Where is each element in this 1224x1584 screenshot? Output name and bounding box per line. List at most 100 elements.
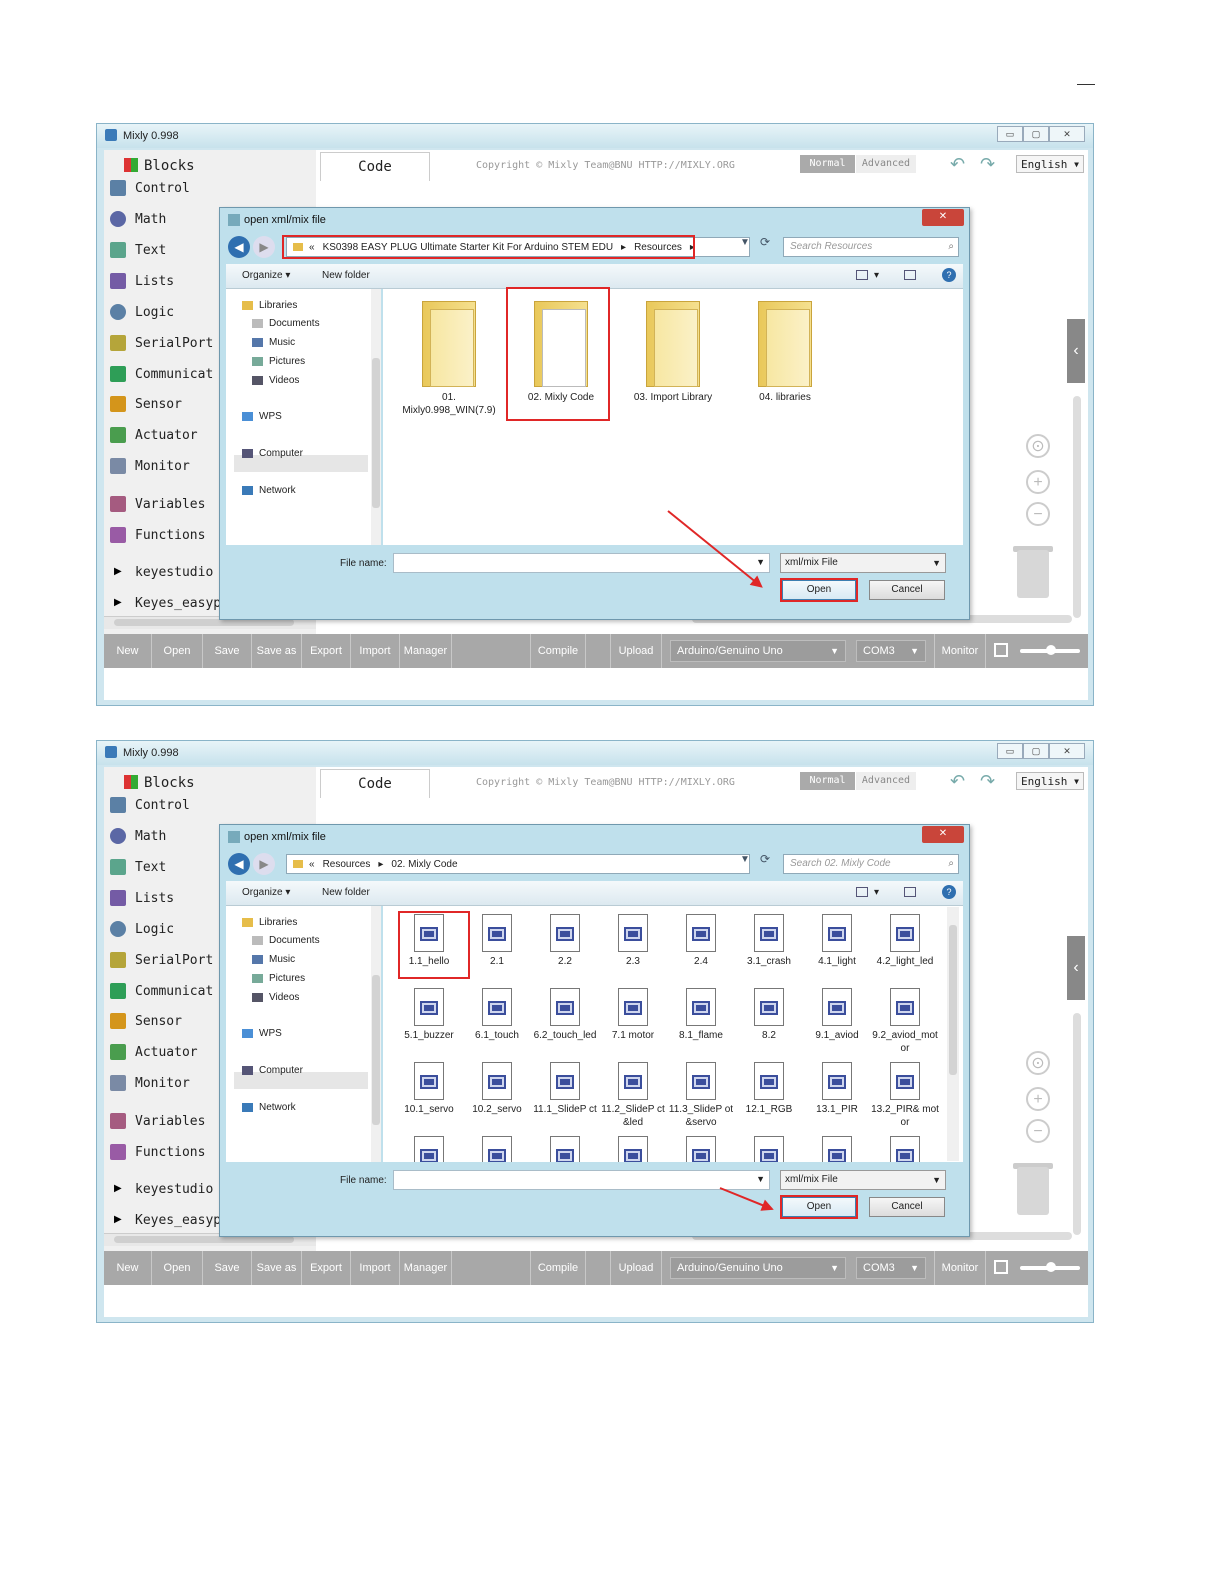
file-item[interactable] [599,1136,667,1162]
file-item[interactable]: 2.3 [599,914,667,968]
nav-item-pictures[interactable]: Pictures [252,356,305,367]
mode-normal-button[interactable]: Normal [800,155,855,173]
nav-scroll-thumb[interactable] [372,975,380,1125]
open-button[interactable]: Open [152,1251,203,1285]
address-segment[interactable]: KS0398 EASY PLUG Ultimate Starter Kit Fo… [323,242,613,253]
language-select[interactable]: English ▼ [1016,772,1084,790]
file-item[interactable]: 9.2_aviod_motor [871,988,939,1055]
back-arrow-icon[interactable]: ◀ [228,236,250,258]
dialog-close-button[interactable]: ✕ [922,209,964,226]
trash-icon[interactable] [1017,1167,1049,1215]
upload-button[interactable]: Upload [610,634,662,668]
file-item[interactable] [463,1136,531,1162]
workspace-vscrollbar[interactable] [1073,1013,1081,1235]
chevron-down-icon[interactable]: ▼ [740,237,750,248]
preview-pane-icon[interactable] [904,270,916,280]
sidebar-scroll-thumb[interactable] [114,619,294,626]
import-button[interactable]: Import [351,1251,400,1285]
file-item[interactable] [803,1136,871,1162]
nav-item-wps[interactable]: WPS [242,411,282,422]
zoom-in-icon[interactable]: + [1026,1087,1050,1111]
nav-item-libraries[interactable]: Libraries [242,917,297,928]
chevron-down-icon[interactable]: ▼ [740,854,750,865]
folder-item[interactable]: 03. Import Library [625,297,721,404]
folder-item[interactable]: 02. Mixly Code [513,297,609,404]
file-item[interactable]: 4.1_light [803,914,871,968]
file-item[interactable]: 4.2_light_led [871,914,939,968]
preview-pane-icon[interactable] [904,887,916,897]
file-item[interactable]: 3.1_crash [735,914,803,968]
sidebar-item-control[interactable]: Control [104,174,316,202]
file-item[interactable]: 11.3_SlideP ot&servo [667,1062,735,1129]
new-folder-button[interactable]: New folder [322,887,370,898]
zoom-out-icon[interactable]: − [1026,1119,1050,1143]
export-button[interactable]: Export [302,1251,351,1285]
address-segment[interactable]: ▸ [690,242,695,253]
file-item[interactable]: 2.4 [667,914,735,968]
file-item[interactable]: 8.2 [735,988,803,1042]
save-as-button[interactable]: Save as [252,1251,302,1285]
import-button[interactable]: Import [351,634,400,668]
export-button[interactable]: Export [302,634,351,668]
nav-item-documents[interactable]: Documents [252,318,320,329]
search-input[interactable]: Search 02. Mixly Code ⌕ [783,854,959,874]
file-item[interactable]: 11.2_SlideP ct&led [599,1062,667,1129]
open-button[interactable]: Open [782,580,856,600]
search-input[interactable]: Search Resources ⌕ [783,237,959,257]
file-item[interactable]: 10.1_servo [395,1062,463,1116]
minimize-button[interactable]: ▭ [997,743,1023,759]
file-item[interactable]: 9.1_aviod [803,988,871,1042]
organize-menu[interactable]: Organize ▾ [242,887,290,898]
file-item[interactable]: 6.1_touch [463,988,531,1042]
monitor-button[interactable]: Monitor [934,634,986,668]
chevron-down-icon[interactable]: ▾ [874,270,879,281]
file-item[interactable]: 10.2_servo [463,1062,531,1116]
address-bar[interactable]: « Resources ▸ 02. Mixly Code [286,854,750,874]
file-item[interactable] [531,1136,599,1162]
undo-icon[interactable]: ↶ [950,154,965,175]
file-name-input[interactable]: ▼ [393,1170,770,1190]
nav-item-music[interactable]: Music [252,954,295,965]
forward-arrow-icon[interactable]: ▶ [253,236,275,258]
folder-item[interactable]: 01. Mixly0.998_WIN(7.9) [401,297,497,417]
compile-button[interactable]: Compile [530,634,586,668]
file-item[interactable]: 13.2_PIR& motor [871,1062,939,1129]
new-button[interactable]: New [104,634,152,668]
maximize-button[interactable]: ▢ [1023,126,1049,142]
nav-item-computer[interactable]: Computer [242,1065,303,1076]
file-list-scroll-thumb[interactable] [949,925,957,1075]
nav-item-videos[interactable]: Videos [252,992,299,1003]
nav-item-network[interactable]: Network [242,485,296,496]
file-item[interactable]: 2.1 [463,914,531,968]
file-item[interactable]: 13.1_PIR [803,1062,871,1116]
save-button[interactable]: Save [203,1251,252,1285]
open-button[interactable]: Open [782,1197,856,1217]
nav-item-computer[interactable]: Computer [242,448,303,459]
upload-button[interactable]: Upload [610,1251,662,1285]
chevron-down-icon[interactable]: ▾ [874,887,879,898]
compile-button[interactable]: Compile [530,1251,586,1285]
undo-icon[interactable]: ↶ [950,771,965,792]
address-segment[interactable]: 02. Mixly Code [391,859,457,870]
nav-item-libraries[interactable]: Libraries [242,300,297,311]
tab-code[interactable]: Code [320,769,430,798]
monitor-button[interactable]: Monitor [934,1251,986,1285]
mode-advanced-button[interactable]: Advanced [856,155,916,173]
nav-item-documents[interactable]: Documents [252,935,320,946]
collapse-panel-icon[interactable]: ‹ [1067,936,1085,1000]
file-item[interactable]: 12.1_RGB [735,1062,803,1116]
port-select[interactable]: COM3 ▼ [856,640,926,662]
file-item[interactable]: 5.1_buzzer [395,988,463,1042]
organize-menu[interactable]: Organize ▾ [242,270,290,281]
language-select[interactable]: English ▼ [1016,155,1084,173]
cancel-button[interactable]: Cancel [869,580,945,600]
zoom-out-icon[interactable]: − [1026,502,1050,526]
mode-advanced-button[interactable]: Advanced [856,772,916,790]
help-icon[interactable]: ? [942,268,956,282]
file-item[interactable]: 11.1_SlideP ct [531,1062,599,1116]
nav-item-network[interactable]: Network [242,1102,296,1113]
nav-item-music[interactable]: Music [252,337,295,348]
file-item[interactable]: 1.1_hello [395,914,463,968]
collapse-panel-icon[interactable]: ‹ [1067,319,1085,383]
board-select[interactable]: Arduino/Genuino Uno ▼ [670,1257,846,1279]
